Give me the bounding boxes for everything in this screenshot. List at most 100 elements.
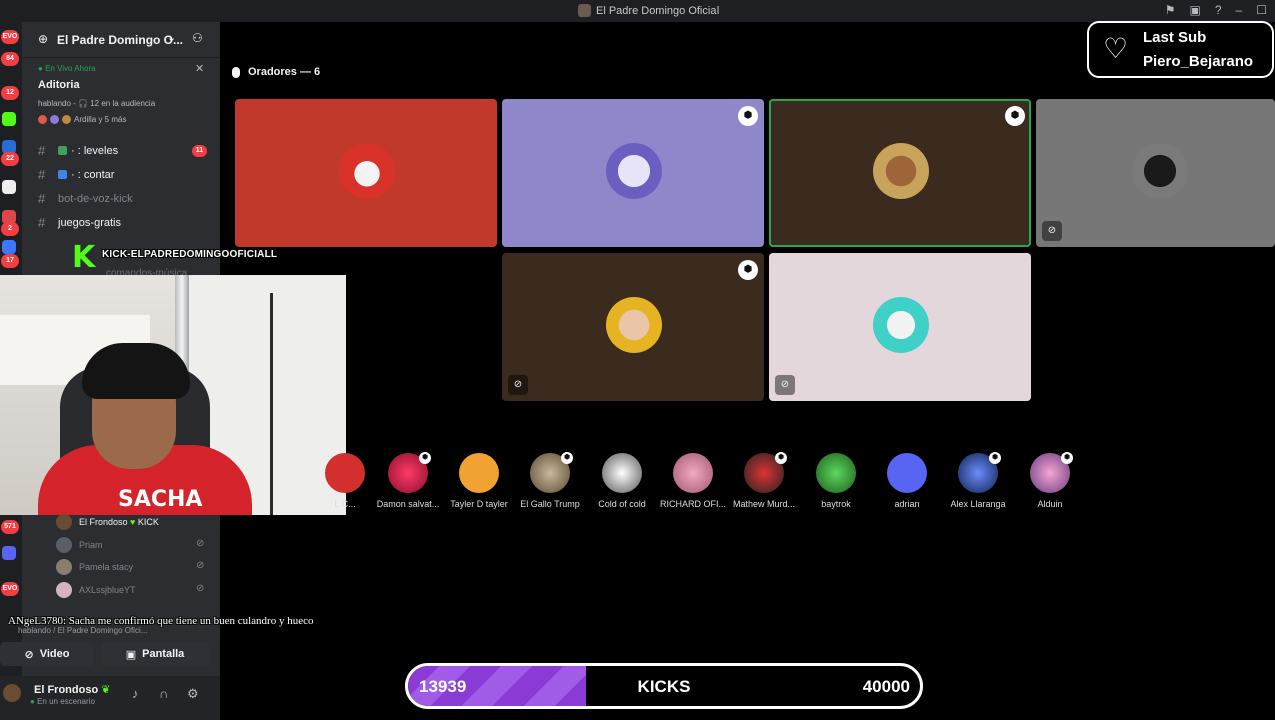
unread-badge: 11 — [192, 145, 207, 157]
voice-user-tag: KICK — [137, 517, 159, 527]
channel-bot-de-voz-kick[interactable]: # bot-de-voz-kick — [30, 188, 216, 210]
mic-icon[interactable]: ♪ — [132, 686, 139, 701]
moderator-icon: ⬢ — [738, 106, 758, 126]
muted-mic-icon: ⊘ — [196, 583, 205, 594]
headphones-icon[interactable]: ∩ — [159, 686, 168, 701]
voice-user[interactable]: El Frondoso ♥ KICK — [56, 513, 216, 531]
help-icon[interactable]: ? — [1215, 3, 1222, 17]
server-header[interactable]: ⊕ El Padre Domingo O... ⌄ ⚇ — [22, 22, 220, 58]
server-name: El Padre Domingo O... — [57, 33, 184, 47]
audience-member[interactable]: ⬢ Alduin — [1015, 450, 1085, 514]
audience-member[interactable]: RICHARD OFI... — [658, 450, 728, 514]
speakers-header: Oradores — 6 — [232, 66, 320, 78]
avatar — [602, 453, 642, 493]
audience-member[interactable]: ⬢ El Gallo Trump — [515, 450, 585, 514]
avatar — [606, 297, 662, 353]
live-stage-card[interactable]: ● En Vivo Ahora ✕ Aditoria hablando - 🎧 … — [30, 60, 214, 128]
hash-icon: # — [38, 143, 46, 158]
video-button[interactable]: ⊘ Video — [0, 642, 94, 666]
server-badge[interactable]: EVO — [1, 582, 19, 596]
webcam-cable — [270, 293, 273, 515]
hash-icon: # — [38, 191, 46, 206]
server-icon[interactable] — [2, 180, 16, 194]
speakers-header-text: Oradores — 6 — [248, 66, 321, 78]
channel-label: juegos-gratis — [58, 217, 121, 229]
audience-name: adrian — [894, 499, 920, 509]
last-sub-title: Last Sub — [1143, 29, 1207, 46]
avatar — [606, 143, 662, 199]
audience-member[interactable]: adrian — [872, 450, 942, 514]
live-status-text: En Vivo Ahora — [45, 64, 96, 73]
voice-user[interactable]: AXLssjblueYT ⊘ — [56, 581, 216, 599]
leaf-icon: ❦ — [101, 684, 111, 696]
speaker-tile[interactable]: ⬢ ⊘ — [502, 253, 764, 401]
webcam-feed: SACHA — [0, 275, 346, 515]
avatar — [1132, 143, 1188, 199]
audience-member[interactable]: ⬢ Mathew Murd... — [729, 450, 799, 514]
window-title: El Padre Domingo Oficiaߊ — [578, 4, 720, 17]
server-badge[interactable]: 84 — [1, 52, 19, 66]
audience-member[interactable]: Tayler D tayler — [444, 450, 514, 514]
voice-user[interactable]: Pamela stacy ⊘ — [56, 558, 216, 576]
channel-label: · : leveles — [58, 145, 118, 157]
audience-member[interactable]: ⬢ Damon salvat... — [373, 450, 443, 514]
chevron-down-icon[interactable]: ⌄ — [167, 31, 176, 44]
speaker-tile[interactable]: ⊘ — [769, 253, 1031, 401]
muted-mic-icon: ⊘ — [196, 560, 205, 571]
screen-icon[interactable]: ▣ — [1190, 3, 1201, 17]
channel-contar[interactable]: # · : contar — [30, 164, 216, 186]
audience-name: RICHARD OFI... — [659, 499, 726, 509]
speaker-tile[interactable]: ⬢ — [769, 99, 1031, 247]
settings-gear-icon[interactable]: ⚙ — [187, 686, 199, 702]
webcam-shirt-print: SACHA — [118, 487, 203, 512]
server-badge[interactable]: 2 — [1, 222, 19, 236]
channel-leveles[interactable]: # · : leveles 11 — [30, 140, 216, 162]
speaker-tile[interactable]: ⊘ — [1036, 99, 1275, 247]
inbox-icon[interactable]: ⚑ — [1165, 3, 1176, 17]
close-icon[interactable]: ✕ — [195, 62, 204, 75]
live-status: ● En Vivo Ahora — [38, 64, 96, 73]
server-badge[interactable]: 22 — [1, 152, 19, 166]
server-icon-kick[interactable] — [2, 112, 16, 126]
audience-list: L C... ⬢ Damon salvat... Tayler D tayler… — [325, 450, 1275, 514]
channel-juegos-gratis[interactable]: # juegos-gratis — [30, 212, 216, 234]
avatar — [56, 514, 72, 530]
screen-share-button[interactable]: ▣ Pantalla — [101, 642, 209, 666]
server-badge[interactable]: EVO — [1, 30, 19, 44]
server-icon[interactable] — [2, 240, 16, 254]
voice-user-name: AXLssjblueYT — [79, 585, 136, 595]
voice-user-name: Pamela stacy — [79, 562, 134, 572]
minimize-icon[interactable]: – — [1236, 3, 1243, 17]
connection-status: hablando / El Padre Domingo Ofici... — [18, 626, 148, 635]
emoji-icon — [58, 170, 67, 179]
server-icon — [578, 4, 591, 17]
speaker-tile[interactable]: ⬢ — [502, 99, 764, 247]
audience-name: baytrok — [821, 499, 851, 509]
maximize-icon[interactable]: ☐ — [1256, 3, 1267, 17]
speaker-tile[interactable] — [235, 99, 497, 247]
muted-mic-icon: ⊘ — [1042, 221, 1062, 241]
server-badge[interactable]: 12 — [1, 86, 19, 100]
screen-share-icon: ▣ — [125, 648, 137, 661]
audience-name: Tayler D tayler — [450, 499, 508, 509]
heart-icon: ♡ — [1103, 33, 1129, 64]
stage-talking: hablando - 🎧 12 en la audiencia — [38, 99, 156, 108]
voice-user[interactable]: Priam ⊘ — [56, 536, 216, 554]
avatar[interactable] — [3, 684, 21, 702]
audience-member[interactable]: Cold of cold — [587, 450, 657, 514]
avatar — [325, 453, 365, 493]
avatar — [873, 143, 929, 199]
user-name-text: El Frondoso — [34, 684, 99, 696]
audience-member[interactable]: baytrok — [801, 450, 871, 514]
channel-label-text: · : contar — [71, 169, 115, 181]
moderator-icon: ⬢ — [1061, 452, 1073, 464]
goal-target: 40000 — [862, 677, 910, 696]
goal-label: KICKS — [637, 677, 691, 696]
audience-member[interactable]: ⬢ Alex Llaranga — [943, 450, 1013, 514]
server-badge[interactable]: 571 — [1, 520, 19, 534]
invite-icon[interactable]: ⚇ — [192, 31, 203, 45]
audience-name: Alex Llaranga — [950, 499, 1006, 509]
server-icon[interactable] — [2, 546, 16, 560]
server-badge[interactable]: 17 — [1, 254, 19, 268]
user-status-text: En un escenario — [37, 697, 95, 706]
